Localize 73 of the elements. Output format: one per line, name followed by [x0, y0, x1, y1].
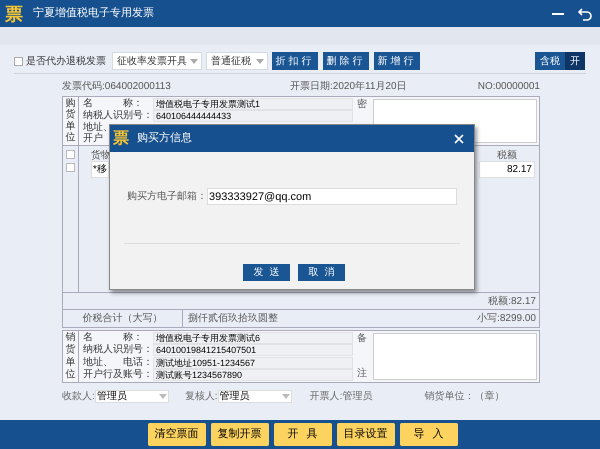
field-label: 名 称：	[83, 333, 144, 344]
toggle-label: 含税	[535, 52, 565, 70]
dialog-title: 购买方信息	[137, 130, 193, 146]
field-value: 增值税电子专用发票测试1	[153, 98, 353, 110]
side-label: 位	[66, 370, 76, 380]
tax-toggle[interactable]: 含税 开	[535, 52, 585, 70]
action-button[interactable]: 开具	[274, 423, 332, 446]
field-label: 纳税人识别号：	[83, 345, 153, 356]
action-button[interactable]: 目录设置	[336, 423, 394, 446]
field-label: 购买方电子邮箱：	[127, 190, 207, 204]
total-label: 价税合计（大写）	[63, 310, 183, 327]
app-logo: 票	[113, 130, 129, 146]
action-button[interactable]: 复制开票	[210, 423, 268, 446]
back-icon[interactable]	[578, 6, 592, 20]
field-label: 复核人:	[184, 390, 218, 404]
app-logo: 票	[5, 4, 23, 22]
checkbox[interactable]	[14, 56, 23, 66]
total-figure: 小写:8299.00	[477, 312, 537, 326]
invoice-number: NO:00000001	[478, 80, 540, 94]
side-label: 位	[66, 133, 76, 144]
field-label: 名 称：	[83, 99, 144, 109]
checkbox-label: 是否代办退税发票	[26, 54, 106, 68]
checkbox[interactable]	[66, 150, 75, 159]
caret-icon	[282, 394, 290, 398]
field-label: 开户行及账号：	[83, 370, 153, 380]
dialog-button[interactable]: 发送	[243, 264, 290, 281]
total-in-words: 捌仟贰佰玖拾玖圆整	[187, 312, 279, 326]
table-cell: *移	[91, 161, 109, 178]
field-label: 地址、 电话：	[83, 358, 153, 368]
field-value: 增值税电子专用发票测试6	[153, 332, 353, 344]
field-value: 640106444444433	[153, 110, 353, 122]
side-label: 货	[66, 110, 76, 120]
dropdown[interactable]: 征收率发票开具	[112, 52, 202, 70]
dialog-button[interactable]: 取消	[298, 264, 345, 281]
dropdown[interactable]: 管理员	[94, 390, 169, 402]
email-field[interactable]: 393333927@qq.com	[207, 188, 457, 205]
remarks-label: 密	[357, 100, 367, 110]
field-value: 测试账号1234567890	[153, 368, 353, 381]
minimize-icon[interactable]	[552, 12, 564, 14]
field-value: 64010019841215407501	[153, 344, 353, 356]
checkbox[interactable]	[66, 163, 75, 172]
field-label: 收款人:	[62, 390, 95, 404]
side-label: 购	[66, 98, 76, 109]
table-cell: 82.17	[479, 161, 535, 178]
signature-label: 开票人:管理员	[310, 390, 372, 404]
dropdown[interactable]: 普通征税	[206, 52, 268, 70]
invoice-code: 发票代码:064002000113	[62, 80, 171, 94]
remarks-label: 备	[357, 334, 367, 344]
toggle-state: 开	[565, 52, 585, 70]
caret-icon	[190, 58, 198, 64]
side-label: 货	[66, 345, 76, 356]
window-title: 宁夏增值税电子专用发票	[33, 6, 155, 22]
caret-icon	[256, 58, 264, 64]
field-label: 纳税人识别号：	[83, 111, 153, 121]
remarks-label: 注	[357, 369, 367, 379]
column-header: 税额	[497, 148, 517, 161]
action-button[interactable]: 导入	[400, 423, 458, 446]
side-label: 单	[66, 122, 76, 132]
side-label: 单	[66, 358, 76, 368]
dropdown[interactable]: 管理员	[218, 390, 292, 402]
field-value: 测试地址10951-1234567	[153, 356, 353, 369]
toolbar-button[interactable]: 折扣行	[272, 52, 318, 70]
tax-total: 税额:82.17	[488, 294, 536, 308]
close-icon[interactable]	[454, 134, 464, 144]
side-label: 销	[66, 333, 76, 344]
invoice-date: 开票日期:2020年11月20日	[290, 80, 407, 94]
signature-label: 销货单位：（章）	[424, 390, 504, 404]
toolbar-button[interactable]: 删除行	[323, 52, 369, 70]
toolbar-button[interactable]: 新增行	[374, 52, 420, 70]
action-button[interactable]: 清空票面	[148, 423, 206, 446]
field-label: 开户	[83, 134, 103, 144]
caret-icon	[158, 394, 167, 398]
field-label: 地址、	[83, 122, 113, 132]
